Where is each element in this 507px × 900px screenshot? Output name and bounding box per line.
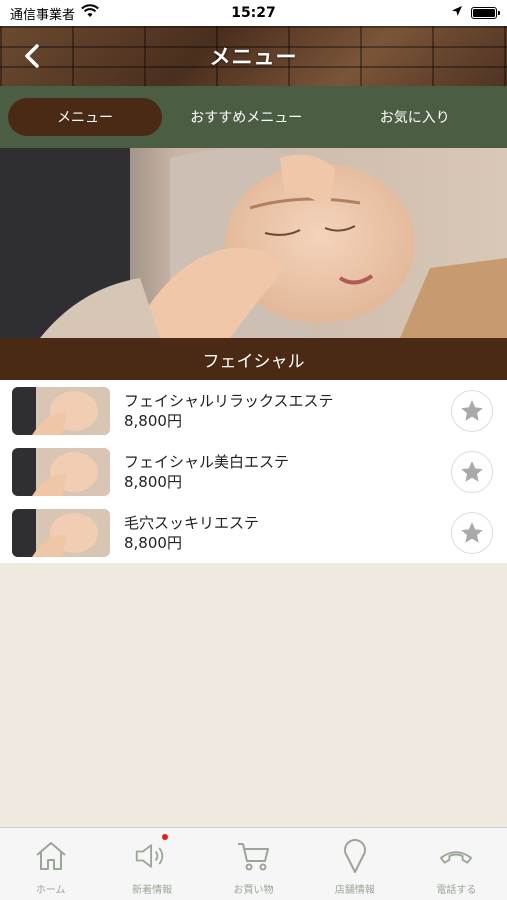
chevron-left-icon — [25, 44, 39, 68]
menu-list: フェイシャルリラックスエステ 8,800円 フェイシャル美白エステ 8,800円… — [0, 380, 507, 563]
cart-icon — [236, 838, 272, 874]
item-name: フェイシャルリラックスエステ — [124, 391, 334, 410]
favorite-button[interactable] — [451, 511, 493, 554]
nav-label-home: ホーム — [35, 885, 66, 896]
carrier-label: 通信事業者 — [10, 7, 76, 23]
page-title: メニュー — [209, 45, 298, 69]
nav-label-news: 新着情報 — [132, 885, 173, 896]
list-item[interactable]: 毛穴スッキリエステ 8,800円 — [0, 502, 507, 563]
nav-store-info[interactable]: 店舗情報 — [304, 828, 405, 900]
item-text: フェイシャルリラックスエステ 8,800円 — [124, 391, 451, 431]
nav-news[interactable]: 新着情報 — [101, 828, 202, 900]
favorite-button[interactable] — [451, 389, 493, 432]
back-button[interactable] — [16, 40, 48, 72]
status-right — [451, 5, 500, 21]
nav-label-call: 電話する — [436, 885, 477, 896]
nav-call[interactable]: 電話する — [406, 828, 507, 900]
home-icon — [33, 838, 69, 874]
nav-shopping[interactable]: お買い物 — [203, 828, 304, 900]
star-icon — [461, 521, 483, 543]
item-price: 8,800円 — [124, 472, 182, 491]
map-pin-icon — [337, 838, 373, 874]
list-item[interactable]: フェイシャル美白エステ 8,800円 — [0, 441, 507, 502]
item-text: フェイシャル美白エステ 8,800円 — [124, 452, 451, 492]
star-icon — [461, 399, 483, 421]
tab-recommended-menu[interactable]: おすすめメニュー — [162, 98, 331, 136]
item-name: フェイシャル美白エステ — [124, 452, 290, 471]
item-name: 毛穴スッキリエステ — [124, 513, 260, 532]
item-price: 8,800円 — [124, 411, 182, 430]
item-thumbnail — [12, 508, 110, 557]
nav-label-shopping: お買い物 — [233, 885, 274, 896]
header: メニュー — [0, 26, 507, 86]
hero-image — [0, 148, 507, 338]
tab-bar: メニュー おすすめメニュー お気に入り — [0, 86, 507, 148]
status-left: 通信事業者 — [10, 4, 99, 23]
battery-icon — [471, 7, 500, 19]
bottom-nav: ホーム 新着情報 お買い物 店舗情報 電話する — [0, 827, 507, 900]
phone-icon — [438, 838, 474, 874]
tab-favorites[interactable]: お気に入り — [331, 98, 500, 136]
category-title: フェイシャル — [0, 338, 507, 380]
item-price: 8,800円 — [124, 533, 182, 552]
list-item[interactable]: フェイシャルリラックスエステ 8,800円 — [0, 380, 507, 441]
item-text: 毛穴スッキリエステ 8,800円 — [124, 513, 451, 553]
location-arrow-icon — [451, 5, 463, 21]
item-thumbnail — [12, 386, 110, 435]
speaker-icon — [134, 838, 170, 874]
item-thumbnail — [12, 447, 110, 496]
status-bar: 通信事業者 15:27 — [0, 0, 507, 26]
favorite-button[interactable] — [451, 450, 493, 493]
nav-home[interactable]: ホーム — [0, 828, 101, 900]
wifi-icon — [81, 4, 99, 22]
tab-menu[interactable]: メニュー — [8, 98, 162, 136]
nav-label-store-info: 店舗情報 — [334, 885, 375, 896]
star-icon — [461, 460, 483, 482]
